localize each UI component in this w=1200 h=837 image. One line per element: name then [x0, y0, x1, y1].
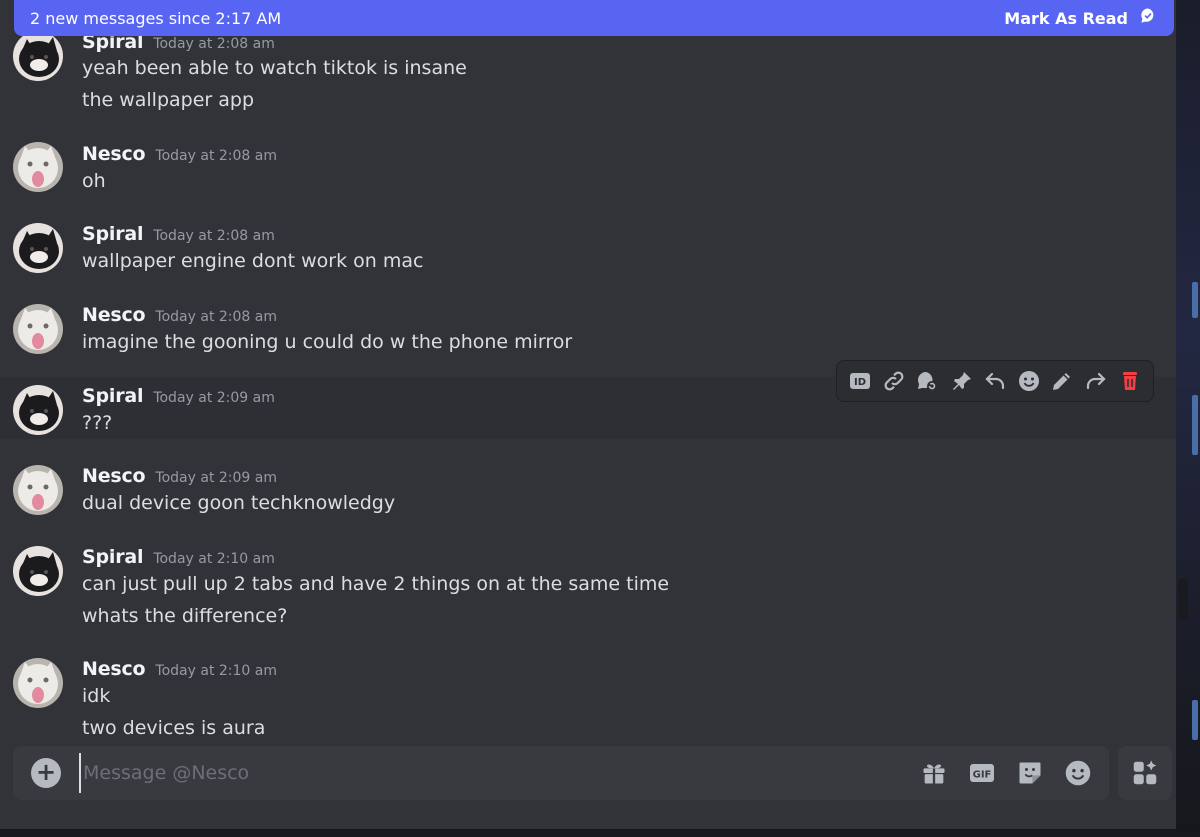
- message-timestamp[interactable]: Today at 2:09 am: [153, 390, 275, 406]
- message-text: dual device goon techknowledgy: [82, 492, 396, 514]
- message-group: Spiral Today at 2:08 am wallpaper engine…: [0, 215, 1176, 285]
- plus-icon: +: [35, 758, 57, 786]
- message-text: the wallpaper app: [82, 89, 255, 111]
- author-name[interactable]: Spiral: [82, 223, 144, 245]
- message-timestamp[interactable]: Today at 2:08 am: [155, 309, 277, 325]
- message-text: yeah been able to watch tiktok is insane: [82, 57, 467, 79]
- gif-label: GIF: [973, 770, 992, 781]
- sticker-icon[interactable]: [1015, 758, 1045, 788]
- message-text: whats the difference?: [82, 605, 288, 627]
- message-text: two devices is aura: [82, 717, 266, 739]
- avatar-nesco[interactable]: [13, 465, 63, 515]
- author-name[interactable]: Nesco: [82, 658, 146, 680]
- message-group: Nesco Today at 2:08 am oh: [0, 135, 1176, 205]
- avatar-spiral[interactable]: [13, 385, 63, 435]
- forward-icon[interactable]: [1081, 366, 1111, 396]
- new-messages-banner[interactable]: 2 new messages since 2:17 AM Mark As Rea…: [14, 0, 1174, 36]
- avatar-spiral[interactable]: [13, 223, 63, 273]
- add-reaction-icon[interactable]: [1014, 366, 1044, 396]
- create-thread-icon[interactable]: [912, 366, 942, 396]
- emoji-icon[interactable]: [1063, 758, 1093, 788]
- avatar-spiral[interactable]: [13, 546, 63, 596]
- scrollbar-thumb[interactable]: [1178, 578, 1188, 620]
- message-group: Nesco Today at 2:09 am dual device goon …: [0, 457, 1176, 527]
- window-bottom-edge: [0, 829, 1200, 837]
- message-text: oh: [82, 170, 106, 192]
- upload-attachment-button[interactable]: +: [31, 758, 61, 788]
- avatar-nesco[interactable]: [13, 658, 63, 708]
- mark-as-read-button[interactable]: Mark As Read: [1004, 6, 1158, 30]
- message-composer: + GIF: [13, 746, 1109, 800]
- author-name[interactable]: Nesco: [82, 304, 146, 326]
- message-timestamp[interactable]: Today at 2:10 am: [153, 551, 275, 567]
- reply-icon[interactable]: [980, 366, 1010, 396]
- mark-as-read-label: Mark As Read: [1004, 8, 1128, 28]
- mark-read-icon: [1138, 6, 1158, 30]
- message-input[interactable]: [79, 753, 919, 793]
- edit-icon[interactable]: [1047, 366, 1077, 396]
- avatar-spiral[interactable]: [13, 31, 63, 81]
- message-group: Nesco Today at 2:08 am imagine the gooni…: [0, 296, 1176, 366]
- message-timestamp[interactable]: Today at 2:09 am: [155, 470, 277, 486]
- pin-icon[interactable]: [946, 366, 976, 396]
- message-group: Nesco Today at 2:10 am idk two devices i…: [0, 650, 1176, 746]
- svg-text:ID: ID: [854, 377, 866, 388]
- delete-icon[interactable]: [1115, 366, 1145, 396]
- author-name[interactable]: Nesco: [82, 143, 146, 165]
- message-text: idk: [82, 685, 111, 707]
- gif-button[interactable]: GIF: [967, 758, 997, 788]
- new-messages-text[interactable]: 2 new messages since 2:17 AM: [30, 9, 281, 28]
- copy-id-icon[interactable]: ID: [845, 366, 875, 396]
- avatar-nesco[interactable]: [13, 304, 63, 354]
- author-name[interactable]: Spiral: [82, 385, 144, 407]
- message-text: can just pull up 2 tabs and have 2 thing…: [82, 573, 670, 595]
- message-group: Spiral Today at 2:10 am can just pull up…: [0, 538, 1176, 638]
- message-timestamp[interactable]: Today at 2:10 am: [155, 663, 277, 679]
- gift-icon[interactable]: [919, 758, 949, 788]
- message-text: ???: [82, 412, 113, 434]
- author-name[interactable]: Spiral: [82, 546, 144, 568]
- message-text: wallpaper engine dont work on mac: [82, 250, 424, 272]
- message-timestamp[interactable]: Today at 2:08 am: [153, 36, 275, 52]
- message-actions-toolbar: ID: [836, 360, 1154, 402]
- copy-link-icon[interactable]: [879, 366, 909, 396]
- message-timestamp[interactable]: Today at 2:08 am: [153, 228, 275, 244]
- message-scrollbar[interactable]: [1178, 40, 1188, 740]
- author-name[interactable]: Nesco: [82, 465, 146, 487]
- avatar-nesco[interactable]: [13, 142, 63, 192]
- message-timestamp[interactable]: Today at 2:08 am: [155, 148, 277, 164]
- message-text: imagine the gooning u could do w the pho…: [82, 331, 573, 353]
- apps-icon[interactable]: [1118, 746, 1172, 800]
